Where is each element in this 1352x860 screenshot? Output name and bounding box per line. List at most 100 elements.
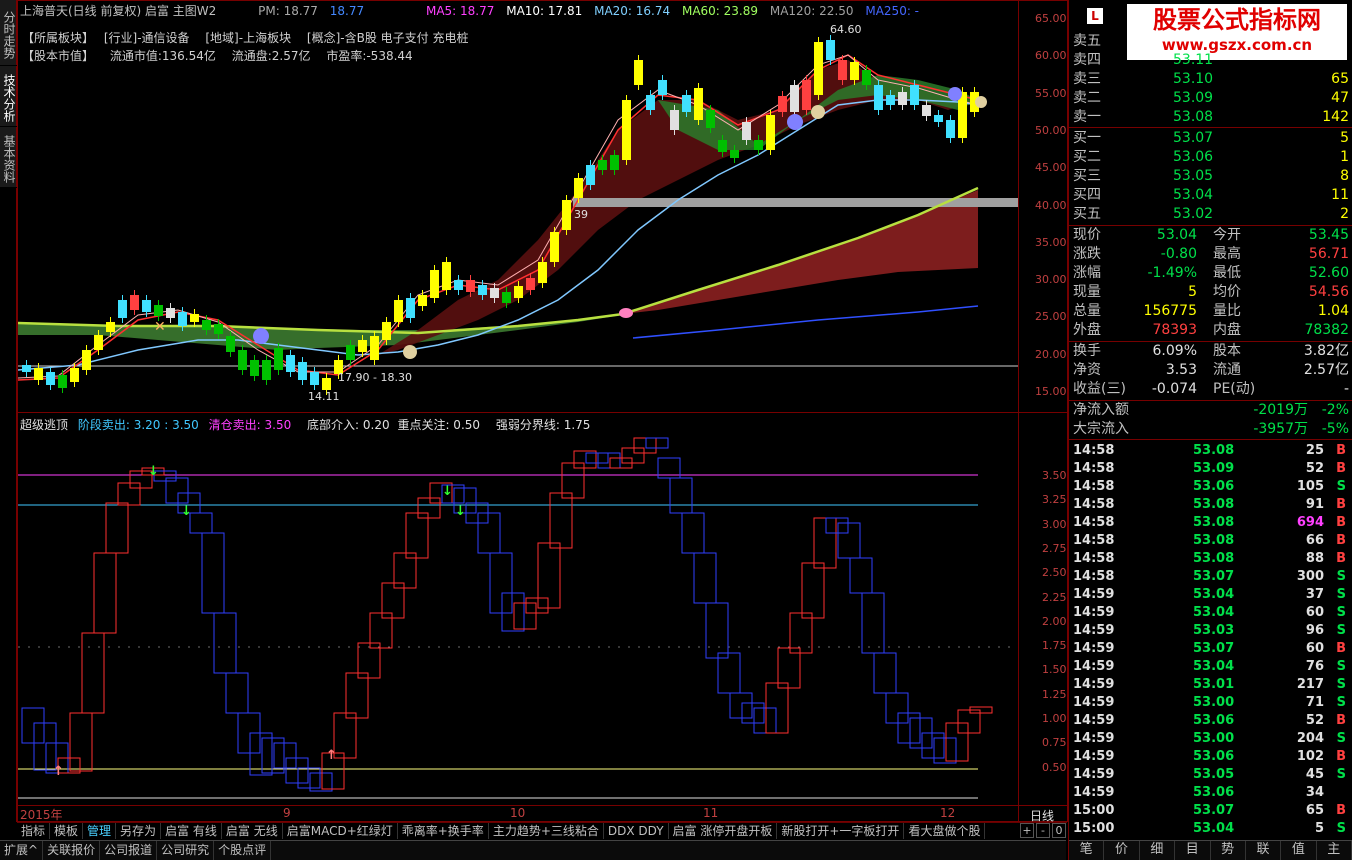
price-tick: 65.00	[1035, 12, 1067, 25]
indicator-tick: 3.00	[1042, 517, 1067, 531]
indicator-box	[621, 447, 645, 464]
indicator-box	[921, 732, 945, 759]
indicator-tab[interactable]: 乖离率+换手率	[398, 823, 489, 839]
indicator-box	[933, 737, 957, 764]
date-tick: 11	[703, 806, 719, 820]
indicator-box	[501, 592, 525, 632]
indicator-box	[525, 597, 549, 614]
money-bag-2	[811, 105, 825, 119]
indicator-box	[165, 477, 189, 504]
status-tab[interactable]: 公司报道	[100, 841, 158, 860]
indicator-box	[225, 672, 249, 714]
quote-tab[interactable]: 目	[1175, 841, 1211, 860]
ma-cloud-red	[623, 190, 978, 314]
indicator-box	[813, 517, 837, 569]
logo-badge: L	[1087, 8, 1103, 24]
indicator-box	[873, 652, 897, 694]
indicator-box	[69, 712, 93, 772]
zoom-out-button[interactable]: -	[1036, 823, 1050, 838]
indicator-box	[33, 722, 57, 771]
indicator-box	[189, 512, 213, 534]
date-axis: 2015年 9 10 11 12	[18, 806, 1018, 822]
indicator-box	[201, 532, 225, 614]
fundamental-row: 收益(三) -0.074 PE(动) -	[1073, 381, 1349, 397]
quote-row: 现量 5 均价 54.56	[1073, 284, 1349, 300]
signal-face-2	[787, 114, 803, 130]
buy-level: 买一 53.07 5	[1073, 130, 1349, 146]
buy-level: 买五 53.02 2	[1073, 206, 1349, 222]
indicator-tab[interactable]: 主力趋势+三线粘合	[489, 823, 604, 839]
sell-arrow-icon: ↓	[148, 464, 159, 479]
price-tick: 35.00	[1035, 235, 1067, 249]
indicator-tab[interactable]: 启富 无线	[222, 823, 283, 839]
indicator-tick: 2.00	[1042, 614, 1067, 628]
quote-tab[interactable]: 主	[1317, 841, 1352, 860]
price-tick: 15.00	[1035, 385, 1067, 398]
indicator-box	[693, 552, 717, 604]
indicator-box	[681, 512, 705, 554]
indicator-box	[405, 512, 429, 559]
quote-tab[interactable]: 势	[1211, 841, 1246, 860]
date-tick: 12	[940, 806, 956, 820]
tab-intraday[interactable]: 分时走势	[0, 0, 17, 65]
reset-button[interactable]: 0	[1052, 823, 1066, 838]
indicator-box	[285, 757, 309, 784]
date-tick: 10	[510, 806, 526, 820]
price-tick: 55.00	[1035, 86, 1067, 100]
indicator-box	[597, 452, 621, 469]
zoom-in-button[interactable]: +	[1020, 823, 1034, 838]
status-bar: 扩展^ 关联报价 公司报道 公司研究 个股点评	[0, 840, 1066, 860]
quote-tab[interactable]: 联	[1246, 841, 1282, 860]
status-tab[interactable]: 个股点评	[214, 841, 272, 860]
sell-level: 卖五	[1073, 33, 1101, 49]
quote-tab[interactable]: 笔	[1069, 841, 1105, 860]
indicator-tab[interactable]: 启富 有线	[161, 823, 222, 839]
indicator-box	[849, 557, 873, 594]
flow-row: 大宗流入 -3957万 -5%	[1073, 421, 1349, 437]
indicator-tab[interactable]: 模板	[50, 823, 84, 839]
indicator-box	[801, 562, 825, 619]
signal-face-3	[948, 87, 962, 101]
quote-row: 涨幅 -1.49% 最低 52.60	[1073, 265, 1349, 281]
quote-panel-tabs: 笔价细目势联值主	[1069, 840, 1352, 860]
buy-arrow-icon: ↑	[53, 764, 64, 779]
status-tab[interactable]: 关联报价	[43, 841, 101, 860]
sell-level: 卖二 53.09 47	[1073, 90, 1349, 106]
cross-marker: ✕	[154, 319, 166, 335]
sell-level: 卖四 53.11	[1073, 52, 1214, 68]
quote-tab[interactable]: 价	[1104, 841, 1140, 860]
indicator-tab[interactable]: 启富MACD+红绿灯	[283, 823, 398, 839]
indicator-box	[885, 692, 909, 724]
status-tab[interactable]: 扩展^	[0, 841, 44, 860]
tab-technical[interactable]: 技术分析	[0, 66, 17, 126]
indicator-tab[interactable]: 启富 涨停开盘开板	[669, 823, 778, 839]
indicator-tab[interactable]: DDX DDY	[604, 823, 669, 839]
indicator-tab[interactable]: 管理	[83, 823, 117, 839]
indicator-box	[333, 712, 357, 759]
indicator-box	[573, 450, 597, 469]
quote-row: 现价 53.04 今开 53.45	[1073, 227, 1349, 243]
quote-panel: L 股票公式指标网 www.gszx.com.cn 卖五 卖四 53.11 卖三 53.…	[1068, 0, 1352, 860]
indicator-tab[interactable]: 看大盘做个股	[904, 823, 986, 839]
indicator-tab[interactable]: 新股打开+一字板打开	[777, 823, 905, 839]
annotation-range: 17.90 - 18.30	[338, 371, 412, 384]
signal-face-1	[253, 328, 269, 344]
annotation-low: 14.11	[308, 390, 340, 403]
quote-tab[interactable]: 值	[1281, 841, 1317, 860]
price-tick: 20.00	[1035, 347, 1067, 361]
sell-level: 卖一 53.08 142	[1073, 109, 1349, 125]
status-tab[interactable]: 公司研究	[157, 841, 215, 860]
indicator-tick: 3.50	[1042, 469, 1067, 482]
fundamental-row: 净资 3.53 流通 2.57亿	[1073, 362, 1349, 378]
buy-level: 买三 53.05 8	[1073, 168, 1349, 184]
indicator-tab[interactable]: 另存为	[116, 823, 162, 839]
tab-fundamentals[interactable]: 基本资料	[0, 127, 17, 187]
indicator-box	[477, 512, 501, 554]
indicator-tab[interactable]: 指标	[17, 823, 51, 839]
quote-tab[interactable]: 细	[1140, 841, 1176, 860]
annotation-high: 64.60	[830, 23, 862, 36]
indicator-box	[741, 702, 765, 724]
indicator-box	[117, 482, 141, 506]
indicator-box	[729, 692, 753, 719]
indicator-box	[345, 672, 369, 719]
